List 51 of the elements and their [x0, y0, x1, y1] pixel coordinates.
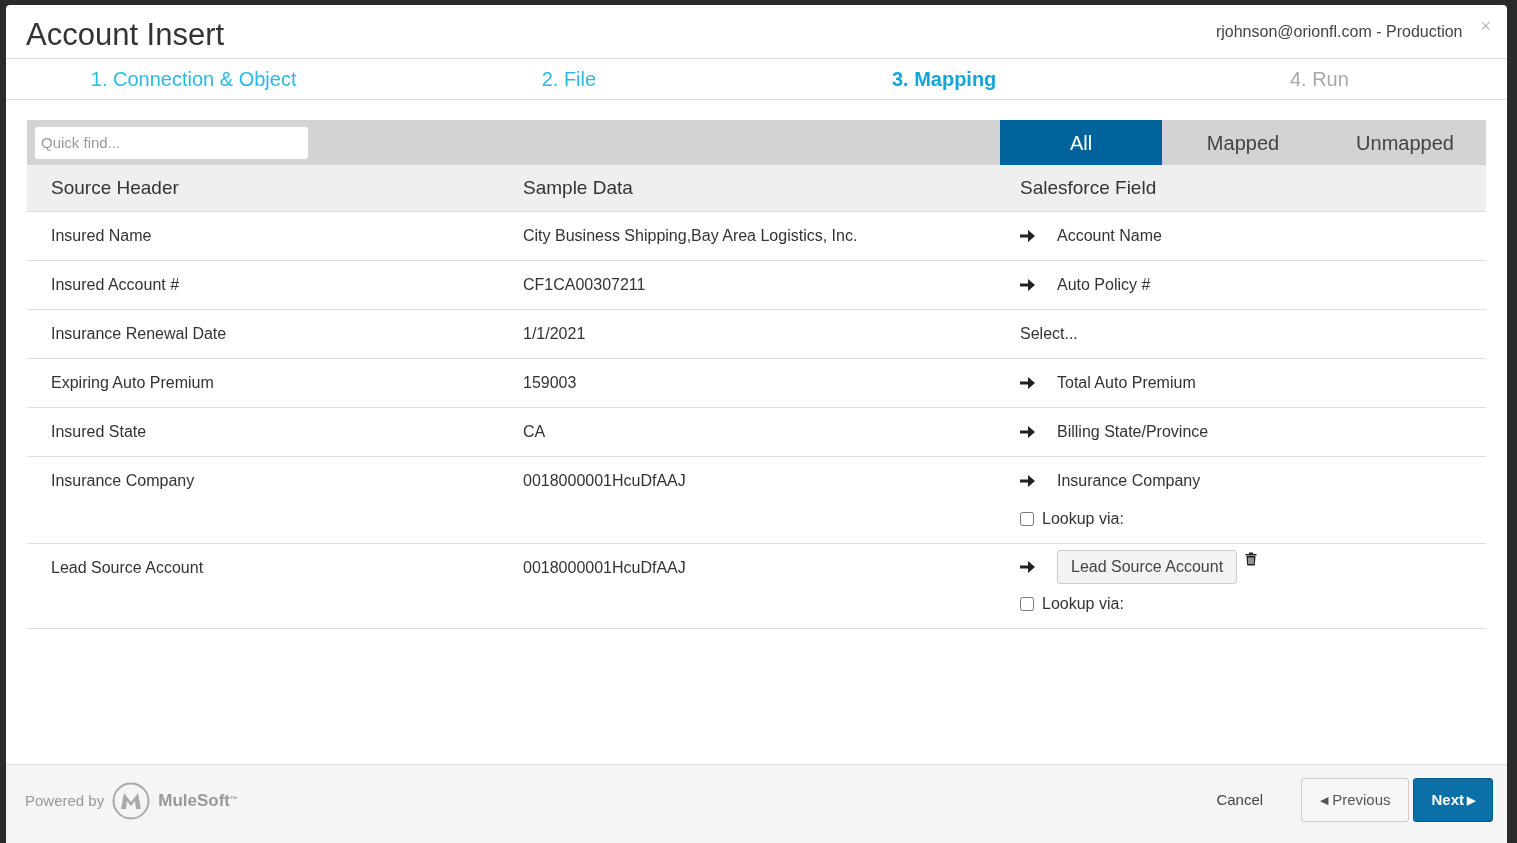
table-cell-text: 159003	[522, 373, 578, 393]
column-header: Source Header	[50, 175, 180, 200]
lookup-label: Lookup via:	[1042, 509, 1124, 529]
lookup-checkbox[interactable]	[1020, 597, 1034, 611]
lookup-checkbox[interactable]	[1020, 512, 1034, 526]
search-field[interactable]: Quick find...	[35, 126, 308, 159]
arrow-right-icon	[1020, 560, 1035, 574]
button-label: Previous	[1332, 789, 1391, 810]
salesforce-field: Account Name	[1057, 224, 1162, 248]
table-cell-text: Expiring Auto Premium	[50, 373, 215, 393]
powered-by-label: Powered by	[25, 790, 105, 811]
previous-button[interactable]: ◀ Previous	[1301, 778, 1410, 822]
column-header: Salesforce Field	[1019, 175, 1158, 200]
caret-right-icon: ▶	[1467, 791, 1475, 809]
filter-tab[interactable]: Unmapped	[1324, 120, 1486, 165]
window-title: Account Insert	[26, 19, 225, 54]
table-cell-text: Insured State	[50, 422, 148, 442]
filter-tab[interactable]: All	[1000, 120, 1162, 165]
table-cell-text: CA	[522, 422, 547, 442]
account-label: rjohnson@orionfl.com - Production	[1215, 22, 1463, 42]
table-cell-text: Insurance Renewal Date	[50, 324, 228, 344]
cancel-link[interactable]: Cancel	[1192, 778, 1288, 822]
table-cell-text: Insured Account #	[50, 275, 181, 295]
table-cell-text: Insurance Company	[50, 471, 196, 491]
brand-name: MuleSoft$^{™}$	[158, 790, 238, 813]
salesforce-field: Auto Policy #	[1057, 273, 1151, 297]
table-cell-text: City Business Shipping,Bay Area Logistics, Inc.	[522, 226, 859, 246]
column-header: Sample Data	[522, 175, 634, 200]
table-cell-text: Insured Name	[50, 226, 153, 246]
filter-tab[interactable]: Mapped	[1162, 120, 1324, 165]
arrow-right-icon	[1020, 229, 1035, 243]
field-button[interactable]: Lead Source Account	[1057, 550, 1238, 584]
table-cell-text: 0018000001HcuDfAAJ	[522, 558, 687, 578]
salesforce-field: Insurance Company	[1057, 469, 1201, 493]
salesforce-field: Billing State/Province	[1057, 420, 1209, 444]
table-cell-text: 1/1/2021	[522, 324, 587, 344]
table-cell-text: Lead Source Account	[50, 558, 205, 578]
salesforce-field: Total Auto Premium	[1057, 371, 1196, 395]
button-label: Next	[1431, 789, 1464, 810]
arrow-right-icon	[1020, 425, 1035, 439]
table-cell-text: 0018000001HcuDfAAJ	[522, 471, 687, 491]
trash-icon[interactable]	[1245, 552, 1258, 566]
logo-icon	[112, 782, 151, 820]
arrow-right-icon	[1020, 376, 1035, 390]
table-cell-text: CF1CA00307211	[522, 275, 647, 295]
lookup-label: Lookup via:	[1042, 594, 1124, 614]
next-button[interactable]: Next ▶	[1413, 778, 1493, 822]
arrow-right-icon	[1020, 278, 1035, 292]
field-select[interactable]: Select...	[1020, 322, 1078, 346]
arrow-right-icon	[1020, 474, 1035, 488]
caret-left-icon: ◀	[1320, 791, 1329, 809]
